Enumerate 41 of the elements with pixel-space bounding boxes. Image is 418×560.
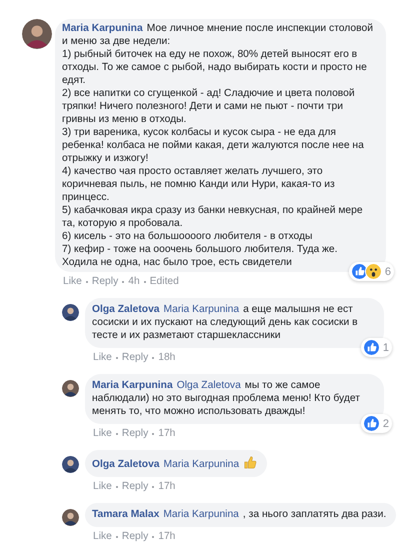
- mention-link[interactable]: Olga Zaletova: [176, 380, 241, 391]
- avatar-icon[interactable]: [62, 304, 79, 321]
- author-link[interactable]: Maria Karpunina: [92, 380, 173, 391]
- author-link[interactable]: Olga Zaletova: [92, 459, 160, 470]
- mention-link[interactable]: Maria Karpunina: [164, 304, 240, 315]
- action-link[interactable]: Reply: [122, 428, 148, 439]
- author-link[interactable]: Maria Karpunina: [62, 23, 143, 34]
- reactions-badge[interactable]: 2: [360, 414, 392, 433]
- comment-text: Maria Karpunina Olga Zaletova мы то же самое наблюдали) но это выгодная проблема меню! Кто будет менять то, что можно использовать дважды!: [92, 379, 361, 418]
- action-link[interactable]: 18h: [158, 352, 176, 363]
- action-link[interactable]: Reply: [122, 352, 148, 363]
- action-link[interactable]: 17h: [158, 481, 176, 492]
- comment-text: Olga Zaletova Maria Karpunina а еще малышня не ест сосиски и их пускают на следующий день как сосиски в тесте и их разметают старшеклассники: [92, 303, 359, 342]
- mention-link[interactable]: Maria Karpunina: [164, 459, 240, 470]
- author-link[interactable]: Tamara Malax: [92, 509, 160, 520]
- thumbs-up-icon: [243, 455, 258, 469]
- mention-link[interactable]: Maria Karpunina: [163, 509, 239, 520]
- reactions-badge[interactable]: 1: [360, 338, 392, 357]
- comment-text: Tamara Malax Maria Karpunina , за нього заплатять два рази.: [92, 508, 386, 521]
- action-link[interactable]: Reply: [92, 276, 118, 287]
- thumbs-up-icon: [362, 415, 380, 432]
- action-link[interactable]: Like: [93, 531, 112, 542]
- surprised-face-icon: [364, 263, 382, 280]
- action-link[interactable]: 17h: [158, 428, 176, 439]
- action-link[interactable]: Edited: [150, 276, 179, 287]
- action-link[interactable]: Like: [93, 352, 112, 363]
- action-link[interactable]: 4h: [128, 276, 140, 287]
- thumbs-up-icon: [350, 263, 368, 280]
- action-link[interactable]: Reply: [122, 481, 148, 492]
- action-link[interactable]: Like: [93, 481, 112, 492]
- action-link[interactable]: Reply: [122, 531, 148, 542]
- reactions-badge[interactable]: 6: [348, 262, 394, 281]
- author-link[interactable]: Olga Zaletova: [92, 304, 160, 315]
- avatar-icon[interactable]: [22, 19, 52, 49]
- avatar-icon[interactable]: [62, 380, 79, 397]
- thumbs-up-icon: [362, 339, 380, 356]
- action-link[interactable]: 17h: [158, 531, 176, 542]
- avatar-icon[interactable]: [62, 456, 79, 473]
- avatar-icon[interactable]: [62, 509, 79, 526]
- action-link[interactable]: Like: [63, 276, 82, 287]
- action-link[interactable]: Like: [93, 428, 112, 439]
